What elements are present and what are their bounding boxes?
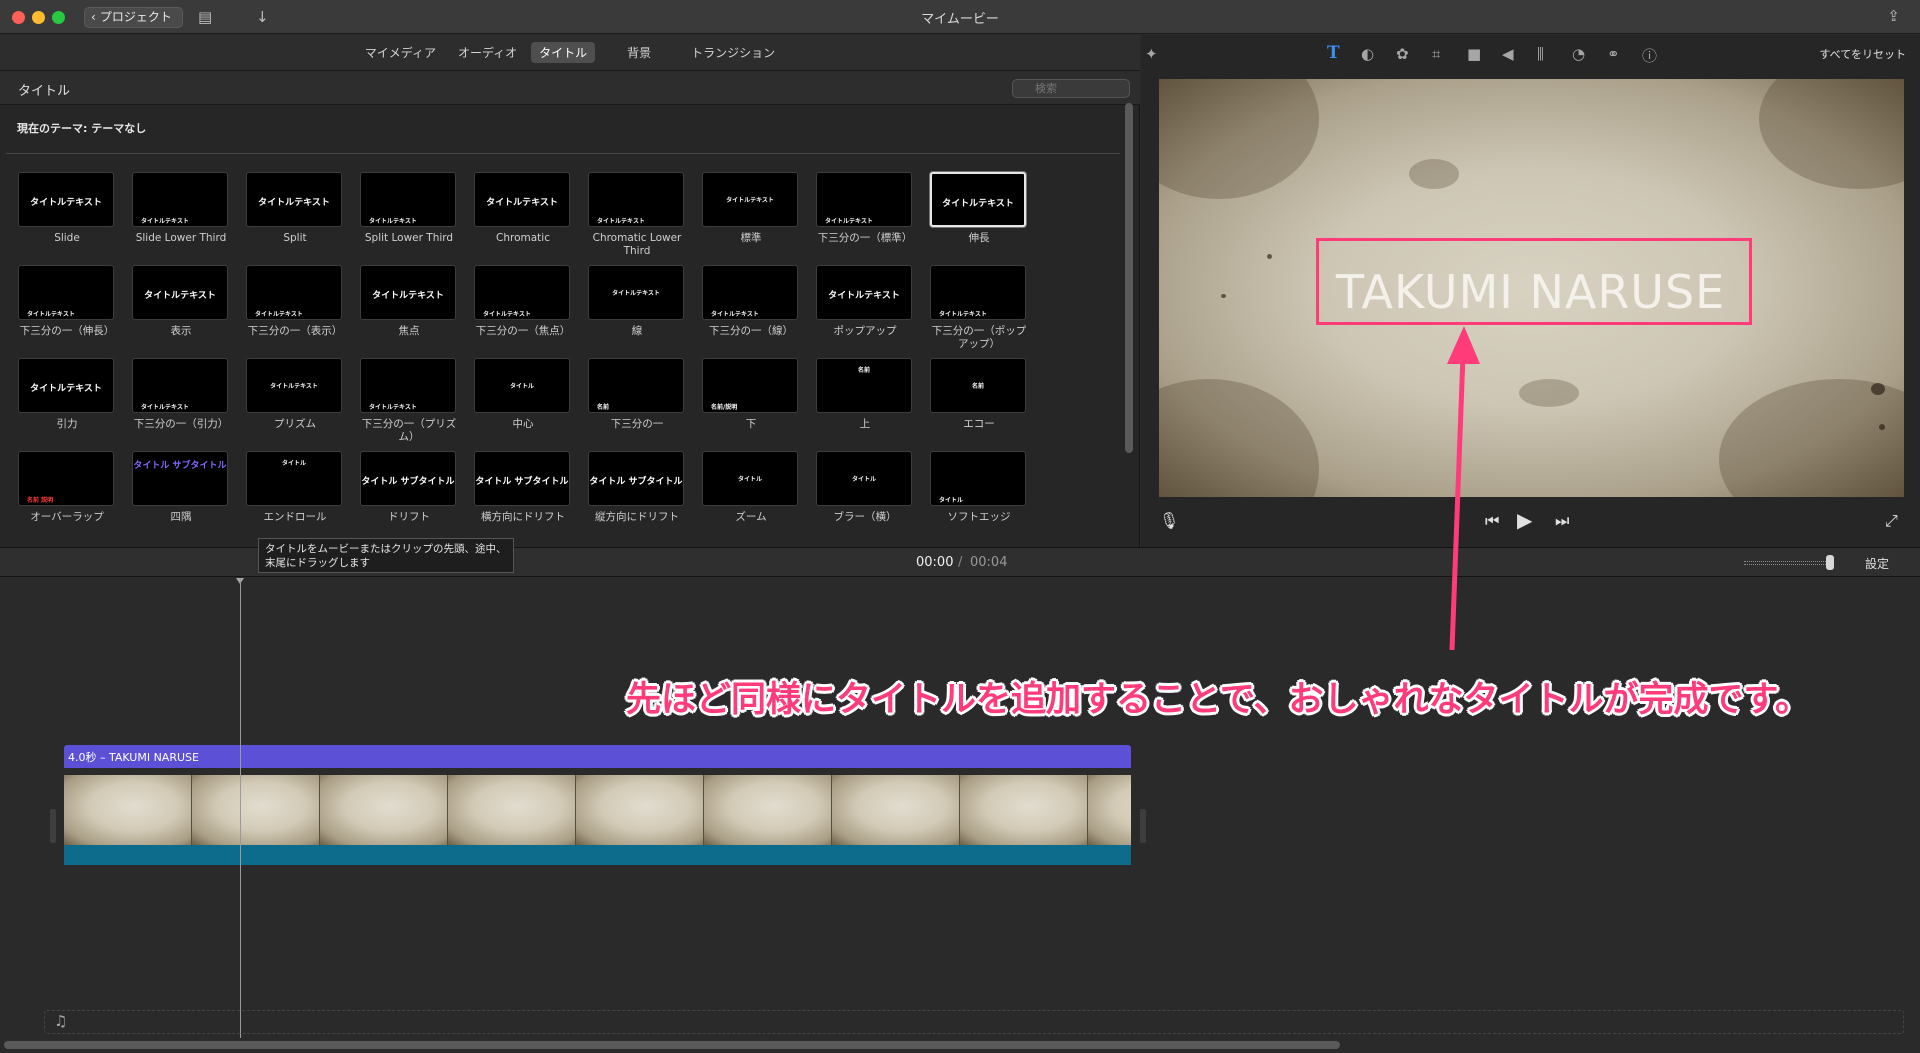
annotation-caption: 先ほど同様にタイトルを追加することで、おしゃれなタイトルが完成です。 [626,680,1811,720]
annotation-arrow [1447,326,1480,651]
